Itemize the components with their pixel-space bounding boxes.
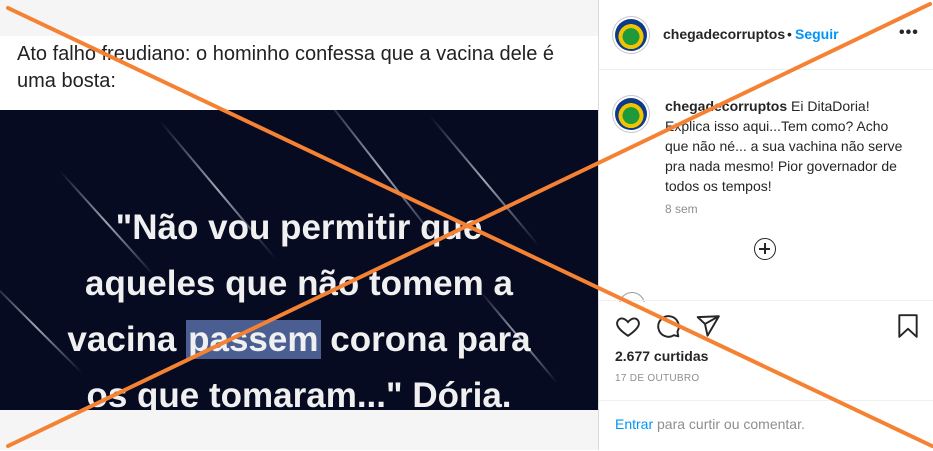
follow-button[interactable]: Seguir	[795, 26, 839, 42]
more-options-icon[interactable]: •••	[899, 25, 919, 46]
post-media: Ato falho freudiano: o hominho confessa …	[0, 0, 598, 450]
quote-line: os que tomaram..." Dória.	[86, 376, 512, 410]
login-text: para curtir ou comentar.	[653, 416, 805, 432]
quote-segment: vacina	[67, 320, 187, 359]
quote-line: vacina passem corona para	[0, 312, 598, 368]
heart-icon[interactable]	[615, 313, 641, 339]
avatar[interactable]	[615, 98, 647, 130]
header-username[interactable]: chegadecorruptos	[663, 26, 785, 42]
media-bottom-band	[0, 410, 598, 450]
post-comment: chegadecorruptos Ei DitaDoria! Explica i…	[665, 96, 915, 196]
login-prompt: Entrar para curtir ou comentar.	[599, 400, 933, 451]
media-caption: Ato falho freudiano: o hominho confessa …	[17, 43, 555, 92]
comment-icon[interactable]	[655, 313, 681, 339]
likes-count[interactable]: 2.677 curtidas	[615, 348, 708, 364]
bookmark-icon[interactable]	[895, 313, 921, 339]
post-panel: chegadecorruptos • Seguir ••• chegadecor…	[598, 0, 933, 450]
share-icon[interactable]	[695, 313, 721, 339]
comment-time[interactable]: 8 sem	[665, 202, 698, 216]
quote-segment: corona para	[320, 320, 531, 359]
avatar[interactable]	[615, 19, 647, 51]
separator-dot: •	[787, 26, 792, 42]
login-link[interactable]: Entrar	[615, 416, 653, 432]
post-date[interactable]: 17 DE OUTUBRO	[615, 373, 699, 384]
quote-line: "Não vou permitir que	[115, 208, 483, 247]
quote-line: aqueles que não tomem a	[85, 264, 513, 303]
caption-band: Ato falho freudiano: o hominho confessa …	[0, 36, 598, 110]
load-more-icon[interactable]	[754, 238, 776, 260]
quote-image: "Não vou permitir que aqueles que não to…	[0, 110, 598, 410]
action-bar	[599, 300, 933, 351]
post-header: chegadecorruptos • Seguir •••	[599, 0, 933, 70]
highlighted-word: passem	[186, 320, 321, 359]
comment-username[interactable]: chegadecorruptos	[665, 98, 787, 114]
quote-text: "Não vou permitir que aqueles que não to…	[0, 200, 598, 410]
